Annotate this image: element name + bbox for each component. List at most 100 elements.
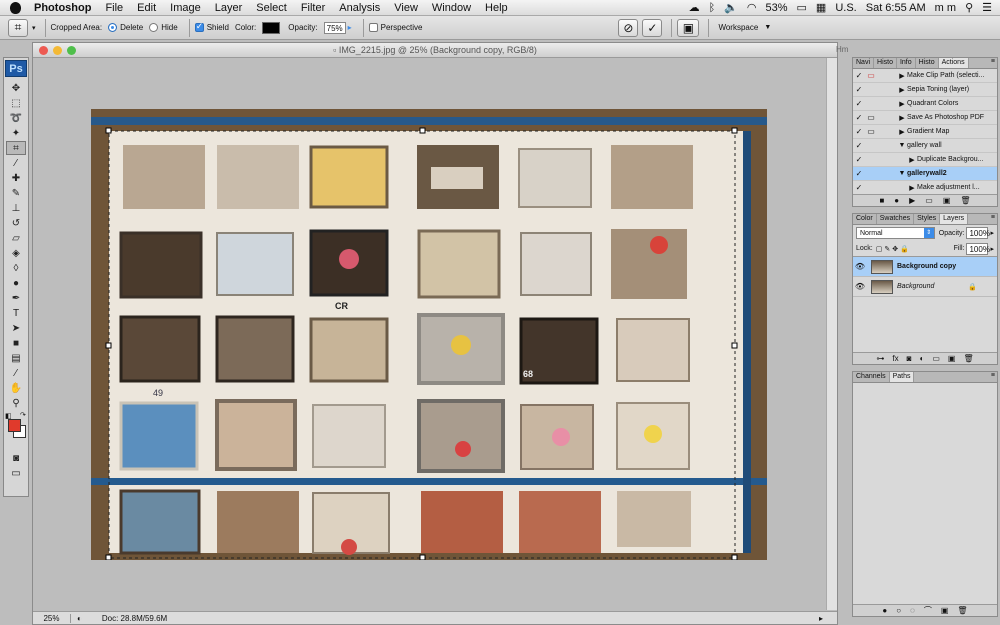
action-row[interactable]: ✓ ▶ Sepia Toning (layer) (853, 83, 997, 97)
action-toggle-check-icon[interactable]: ✓ (853, 126, 865, 138)
menu-image[interactable]: Image (163, 2, 208, 14)
swap-colors-icon[interactable]: ↷ (20, 411, 26, 419)
action-row[interactable]: ✓ ▶ Duplicate Backgrou... (853, 153, 997, 167)
add-mask-icon[interactable]: ◙ (907, 354, 912, 363)
opacity-input[interactable]: 75% (323, 21, 346, 34)
action-row[interactable]: ✓ ▭ ▶ Gradient Map (853, 125, 997, 139)
panel-menu-icon[interactable]: ≡ (991, 58, 997, 68)
blend-dropdown-icon[interactable]: ⇕ (923, 228, 934, 238)
preset-dropdown-icon[interactable]: ▾ (32, 24, 36, 32)
lock-transparent-icon[interactable]: ▢ (876, 245, 883, 253)
blend-mode-select[interactable]: Normal ⇕ (856, 227, 935, 239)
dialog-toggle-icon[interactable] (865, 98, 877, 110)
adjustment-layer-icon[interactable]: ◐ (919, 354, 924, 363)
clone-stamp-tool-icon[interactable]: ⊥ (6, 201, 26, 215)
path-selection-tool-icon[interactable]: ➤ (6, 321, 26, 335)
creative-cloud-icon[interactable]: ☁ (689, 1, 700, 14)
action-row[interactable]: ✓ ▶ Quadrant Colors (853, 97, 997, 111)
fill-path-icon[interactable]: ● (882, 606, 887, 615)
action-toggle-check-icon[interactable]: ✓ (853, 154, 865, 166)
new-group-icon[interactable]: ▭ (932, 354, 940, 363)
collapse-triangle-icon[interactable]: ▼ (897, 170, 907, 177)
expand-triangle-icon[interactable]: ▶ (897, 128, 907, 136)
stop-recording-icon[interactable]: ■ (879, 196, 884, 205)
expand-triangle-icon[interactable]: ▶ (907, 156, 917, 164)
paint-bucket-tool-icon[interactable]: ◈ (6, 246, 26, 260)
perspective-checkbox[interactable] (368, 23, 378, 32)
layer-opacity-input[interactable]: 100% (966, 227, 990, 239)
zoom-window-icon[interactable] (67, 46, 76, 55)
menu-view[interactable]: View (387, 2, 425, 14)
document-title-bar[interactable]: ▫ IMG_2215.jpg @ 25% (Background copy, R… (33, 43, 837, 58)
tab-swatches[interactable]: Swatches (877, 214, 915, 224)
menu-layer[interactable]: Layer (208, 2, 250, 14)
workspace-button[interactable]: Workspace (718, 23, 758, 32)
delete-radio[interactable] (108, 23, 118, 32)
fill-input[interactable]: 100% (966, 242, 990, 255)
new-set-icon[interactable]: ▭ (925, 196, 933, 205)
crop-handle-bottom[interactable] (419, 554, 426, 560)
lock-image-icon[interactable]: ✎ (884, 245, 890, 253)
link-layers-icon[interactable]: ⊶ (876, 354, 884, 363)
layer-row[interactable]: 👁 Background 🔒 (853, 277, 997, 297)
dialog-toggle-icon[interactable] (865, 140, 877, 152)
workspace-dropdown-icon[interactable]: ▼ (764, 24, 771, 31)
eyedropper-sample-icon[interactable]: ⁄ (6, 366, 26, 380)
action-toggle-check-icon[interactable]: ✓ (853, 70, 865, 82)
tab-navigator[interactable]: Navi (853, 58, 875, 68)
load-selection-icon[interactable]: ◌ (910, 606, 915, 615)
crop-tool-icon[interactable]: ⌗ (6, 141, 26, 155)
expand-triangle-icon[interactable]: ▶ (897, 72, 907, 80)
close-window-icon[interactable] (39, 46, 48, 55)
layer-row-selected[interactable]: 👁 Background copy (853, 257, 997, 277)
collapse-triangle-icon[interactable]: ▼ (897, 142, 907, 149)
marquee-tool-icon[interactable]: ⬚ (6, 96, 26, 110)
zoom-level-field[interactable]: 25% (33, 613, 71, 623)
crop-handle-bottom-left[interactable] (105, 554, 112, 560)
action-toggle-check-icon[interactable]: ✓ (853, 182, 865, 194)
shape-tool-icon[interactable]: ■ (6, 336, 26, 350)
expand-triangle-icon[interactable]: ▶ (907, 184, 917, 192)
delete-path-icon[interactable]: 🗑 (957, 606, 967, 615)
action-toggle-check-icon[interactable]: ✓ (853, 140, 865, 152)
lock-position-icon[interactable]: ✥ (892, 245, 898, 253)
eraser-tool-icon[interactable]: ▱ (6, 231, 26, 245)
panel-menu-icon[interactable]: ≡ (991, 214, 997, 224)
crop-handle-top-right[interactable] (731, 127, 738, 134)
user-name[interactable]: m m (935, 2, 956, 14)
dodge-tool-icon[interactable]: ● (6, 276, 26, 290)
action-row[interactable]: ✓ ▭ ▶ Make Clip Path (selecti... (853, 69, 997, 83)
healing-brush-tool-icon[interactable]: ✚ (6, 171, 26, 185)
dialog-toggle-icon[interactable]: ▭ (865, 70, 877, 82)
record-icon[interactable]: ● (894, 196, 899, 205)
opacity-slider-arrow-icon[interactable]: ▸ (348, 23, 352, 32)
layer-style-icon[interactable]: fx (892, 354, 898, 363)
image-canvas[interactable]: CR 49 68 (91, 109, 767, 560)
spotlight-icon[interactable]: ⚲ (965, 1, 973, 14)
dialog-toggle-icon[interactable] (865, 84, 877, 96)
new-layer-icon[interactable]: ▣ (948, 354, 956, 363)
volume-icon[interactable]: 🔈 (724, 1, 738, 14)
menu-help[interactable]: Help (478, 2, 515, 14)
tab-info[interactable]: Info (897, 58, 916, 68)
minimize-window-icon[interactable] (53, 46, 62, 55)
delete-action-icon[interactable]: 🗑 (960, 196, 970, 205)
dialog-toggle-icon[interactable] (865, 154, 877, 166)
delete-layer-icon[interactable]: 🗑 (963, 354, 973, 363)
pen-tool-icon[interactable]: ✒ (6, 291, 26, 305)
expand-triangle-icon[interactable]: ▶ (897, 114, 907, 122)
quick-mask-icon[interactable]: ◙ (6, 451, 26, 465)
new-path-icon[interactable]: ▣ (941, 606, 949, 615)
status-menu-icon[interactable]: ▸ (819, 614, 823, 623)
crop-handle-top[interactable] (419, 127, 426, 134)
action-row-selected[interactable]: ✓ ▼ gallerywall2 (853, 167, 997, 181)
hand-tool-icon[interactable]: ✋ (6, 381, 26, 395)
clock[interactable]: Sat 6:55 AM (866, 2, 926, 14)
expand-triangle-icon[interactable]: ▶ (897, 86, 907, 94)
tab-actions[interactable]: Actions (938, 58, 969, 68)
opacity-slider-arrow-icon[interactable]: ▸ (990, 229, 994, 237)
crop-tool-preset-icon[interactable]: ⌗ (8, 18, 28, 37)
commit-crop-icon[interactable]: ✓ (642, 18, 663, 37)
shield-checkbox[interactable] (194, 21, 204, 32)
visibility-eye-icon[interactable]: 👁 (853, 262, 867, 271)
